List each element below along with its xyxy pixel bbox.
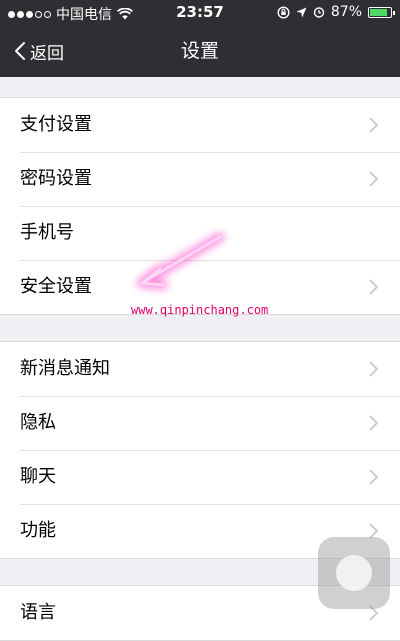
settings-row-notifications[interactable]: 新消息通知 — [0, 342, 400, 396]
row-label: 安全设置 — [20, 276, 92, 297]
row-label: 隐私 — [20, 412, 56, 433]
settings-row-payment[interactable]: 支付设置 — [0, 98, 400, 152]
alarm-icon — [313, 7, 325, 18]
battery-fill — [370, 8, 388, 16]
settings-row-password[interactable]: 密码设置 — [0, 152, 400, 206]
assistive-touch-icon — [336, 555, 372, 591]
chevron-right-icon — [369, 279, 378, 295]
row-label: 支付设置 — [20, 114, 92, 135]
row-label: 语言 — [20, 602, 56, 623]
row-label: 密码设置 — [20, 168, 92, 189]
row-label: 手机号 — [20, 222, 74, 243]
assistive-touch-button[interactable] — [318, 537, 390, 609]
page-title: 设置 — [180, 40, 219, 62]
settings-row-privacy[interactable]: 隐私 — [0, 396, 400, 450]
watermark-text: www.qinpinchang.com — [131, 303, 269, 317]
status-bar: 中国电信 23:57 87% — [0, 0, 400, 25]
battery-percent: 87% — [330, 4, 362, 20]
chevron-right-icon — [369, 469, 378, 485]
pointer-arrow-annotation — [137, 232, 225, 290]
navigation-bar: 返回 设置 — [0, 25, 400, 77]
chevron-right-icon — [369, 171, 378, 187]
status-right: 87% — [277, 4, 395, 20]
settings-row-chat[interactable]: 聊天 — [0, 450, 400, 504]
battery-icon — [368, 6, 395, 18]
location-icon — [296, 7, 307, 17]
row-label: 新消息通知 — [20, 358, 110, 379]
row-label: 功能 — [20, 520, 56, 541]
settings-group-general: 新消息通知 隐私 聊天 功能 — [0, 341, 400, 559]
chevron-right-icon — [369, 117, 378, 133]
row-label: 聊天 — [20, 466, 56, 487]
chevron-right-icon — [369, 415, 378, 431]
rotation-lock-icon — [277, 5, 290, 19]
chevron-right-icon — [369, 361, 378, 377]
